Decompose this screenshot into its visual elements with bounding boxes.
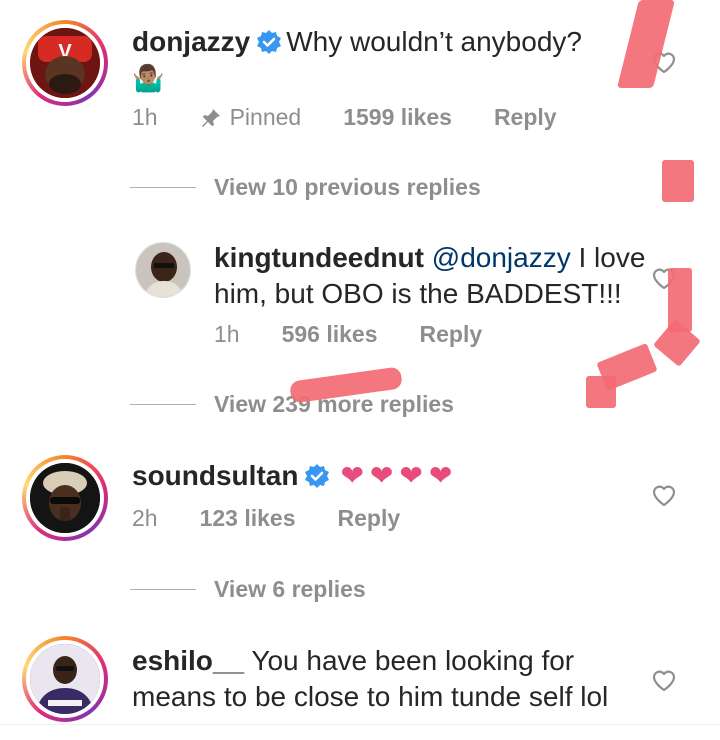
comment-text: Why wouldn’t anybody? xyxy=(286,26,582,57)
avatar-kingtundeednut[interactable] xyxy=(135,242,191,298)
username[interactable]: donjazzy xyxy=(132,26,250,57)
comment-meta: 2h 123 likes Reply xyxy=(132,505,442,532)
avatar-soundsultan[interactable] xyxy=(22,455,108,541)
heart-outline-icon[interactable] xyxy=(650,666,678,694)
verified-badge-icon xyxy=(305,464,330,488)
username[interactable]: soundsultan xyxy=(132,460,298,491)
avatar-eshilo[interactable] xyxy=(22,636,108,722)
scribble-mark xyxy=(586,376,616,408)
reply-button[interactable]: Reply xyxy=(338,505,401,532)
reply-text-line2: him, but OBO is the BADDEST!!! xyxy=(214,278,622,309)
bottom-divider xyxy=(0,724,720,725)
comment-body: eshilo__ You have been looking for means… xyxy=(132,643,652,715)
reply-button[interactable]: Reply xyxy=(420,321,483,348)
view-replies-button[interactable]: View 10 previous replies xyxy=(130,174,481,201)
comment-body: soundsultan ❤❤❤❤ xyxy=(132,458,652,494)
comment-body: donjazzy Why wouldn’t anybody? 🤷🏽‍♂ xyxy=(132,24,652,96)
heart-outline-icon[interactable] xyxy=(650,481,678,509)
divider-line xyxy=(130,404,196,405)
timestamp: 2h xyxy=(132,505,158,531)
mention-link[interactable]: @donjazzy xyxy=(432,242,571,273)
timestamp: 1h xyxy=(132,104,158,130)
divider-line xyxy=(130,187,196,188)
scribble-mark xyxy=(653,319,701,367)
timestamp: 1h xyxy=(214,321,240,347)
likes-count[interactable]: 1599 likes xyxy=(343,104,452,131)
avatar-donjazzy[interactable]: V xyxy=(22,20,108,106)
pinned-label: Pinned xyxy=(200,104,301,131)
pin-icon xyxy=(201,108,220,127)
reply-meta: 1h 596 likes Reply xyxy=(214,321,524,348)
comment-emoji: 🤷🏽‍♂ xyxy=(132,63,165,93)
comment-meta: 1h Pinned 1599 likes Reply xyxy=(132,104,599,131)
likes-count[interactable]: 123 likes xyxy=(200,505,296,532)
comment-text-line1: You have been looking for xyxy=(251,645,575,676)
comment-text-line2: means to be close to him tunde self lol xyxy=(132,681,609,712)
reply-button[interactable]: Reply xyxy=(494,104,557,131)
username[interactable]: eshilo__ xyxy=(132,645,244,676)
reply-text-line1: I love xyxy=(578,242,646,273)
reply-body: kingtundeednut @donjazzy I love him, but… xyxy=(214,240,654,312)
comment-text-hearts: ❤❤❤❤ xyxy=(340,460,459,491)
scribble-mark xyxy=(662,160,694,202)
view-replies-button[interactable]: View 6 replies xyxy=(130,576,366,603)
likes-count[interactable]: 596 likes xyxy=(282,321,378,348)
verified-badge-icon xyxy=(257,30,282,54)
divider-line xyxy=(130,589,196,590)
username[interactable]: kingtundeednut xyxy=(214,242,424,273)
